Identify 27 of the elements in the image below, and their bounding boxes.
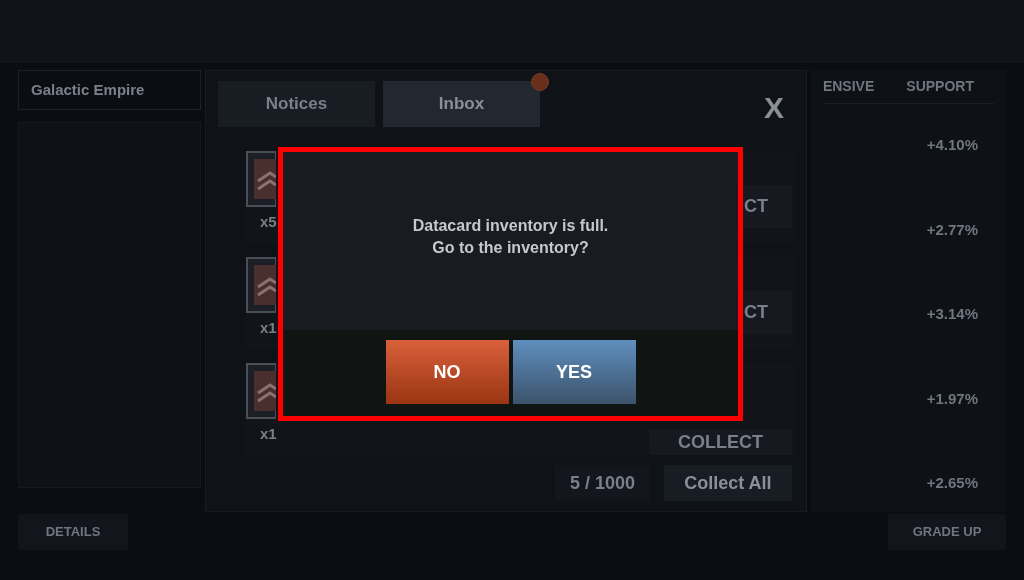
faction-title: Galactic Empire bbox=[31, 79, 145, 100]
collect-all-button[interactable]: Collect All bbox=[663, 465, 792, 501]
grade-up-button[interactable]: GRADE UP bbox=[888, 514, 1006, 550]
column-header: ENSIVE bbox=[822, 77, 875, 96]
stat-value: +2.77% bbox=[926, 219, 978, 240]
item-quantity: x1 bbox=[260, 318, 277, 338]
stat-value: +3.14% bbox=[926, 304, 978, 324]
collect-button[interactable]: CT bbox=[741, 185, 792, 228]
column-header: SUPPORT bbox=[906, 77, 974, 96]
item-card-icon bbox=[246, 363, 276, 419]
close-button[interactable]: X bbox=[763, 85, 784, 130]
stat-value: +4.10% bbox=[926, 135, 978, 155]
stat-value: +1.97% bbox=[926, 388, 978, 409]
collect-button[interactable]: COLLECT bbox=[648, 429, 792, 455]
dialog-message: Datacard inventory is full. Go to the inventory? bbox=[412, 216, 609, 258]
yes-button[interactable]: YES bbox=[512, 340, 636, 404]
tab[interactable]: Inbox bbox=[383, 81, 540, 127]
no-button[interactable]: NO bbox=[385, 340, 509, 404]
item-quantity: x1 bbox=[260, 424, 277, 444]
item-card-icon bbox=[246, 257, 276, 313]
tab[interactable]: Notices bbox=[218, 81, 375, 127]
stat-value: +2.65% bbox=[926, 473, 978, 493]
mail-counter: 5 / 1000 bbox=[554, 465, 650, 501]
details-button[interactable]: DETAILS bbox=[18, 514, 128, 550]
collect-button[interactable]: CT bbox=[741, 291, 792, 334]
item-card-icon bbox=[246, 151, 276, 207]
item-quantity: x5 bbox=[260, 212, 277, 232]
